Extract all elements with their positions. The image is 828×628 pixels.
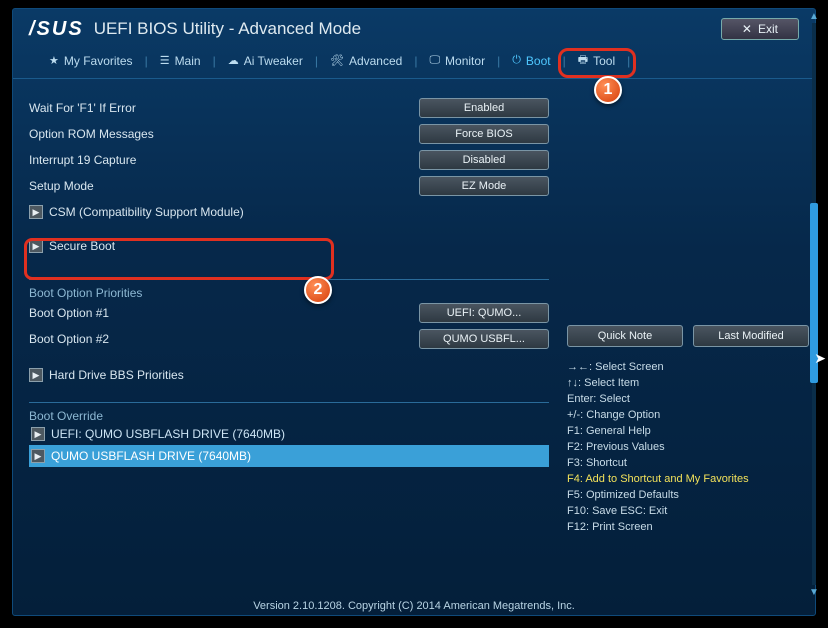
nav-monitor[interactable]: 🖵 Monitor (425, 52, 489, 70)
submenu-csm-label: CSM (Compatibility Support Module) (49, 205, 549, 219)
monitor-icon: 🖵 (429, 54, 440, 67)
settings-panel: Wait For 'F1' If Error Enabled Option RO… (29, 95, 559, 595)
setting-int19-label: Interrupt 19 Capture (29, 153, 419, 167)
chevron-right-icon: ▶ (29, 368, 43, 382)
divider (29, 402, 549, 403)
submenu-secure-boot-label: Secure Boot (49, 239, 549, 253)
help-panel: Quick Note Last Modified →←: Select Scre… (559, 95, 809, 595)
divider (29, 279, 549, 280)
nav-separator: | (497, 54, 500, 68)
setting-setup-mode[interactable]: Setup Mode EZ Mode (29, 173, 549, 199)
list-icon: ☰ (160, 54, 170, 67)
footer-text: Version 2.10.1208. Copyright (C) 2014 Am… (13, 600, 815, 612)
nav-ai-tweaker-label: Ai Tweaker (244, 54, 303, 68)
setting-option-rom[interactable]: Option ROM Messages Force BIOS (29, 121, 549, 147)
exit-label: Exit (758, 22, 778, 36)
scrollbar[interactable]: ▲ ▼ (809, 13, 819, 595)
chevron-right-icon: ▶ (31, 427, 45, 441)
setting-option-rom-label: Option ROM Messages (29, 127, 419, 141)
nav-separator: | (213, 54, 216, 68)
boot-option-1-label: Boot Option #1 (29, 306, 419, 320)
help-line: +/-: Change Option (567, 407, 809, 423)
boot-priorities-title: Boot Option Priorities (29, 286, 549, 300)
nav-ai-tweaker[interactable]: ☁ Ai Tweaker (224, 52, 307, 70)
submenu-hdd-bbs[interactable]: ▶ Hard Drive BBS Priorities (29, 362, 549, 388)
help-line: ↑↓: Select Item (567, 375, 809, 391)
help-line: F3: Shortcut (567, 455, 809, 471)
setting-setup-mode-label: Setup Mode (29, 179, 419, 193)
nav-separator: | (627, 54, 630, 68)
chevron-right-icon: ▶ (29, 239, 43, 253)
submenu-hdd-bbs-label: Hard Drive BBS Priorities (49, 368, 549, 382)
help-line: F5: Optimized Defaults (567, 487, 809, 503)
help-line: F10: Save ESC: Exit (567, 503, 809, 519)
nav-tool-label: Tool (593, 54, 615, 68)
boot-option-2[interactable]: Boot Option #2 QUMO USBFL... (29, 326, 549, 352)
quick-note-button[interactable]: Quick Note (567, 325, 683, 347)
override-item-1[interactable]: ▶ UEFI: QUMO USBFLASH DRIVE (7640MB) (29, 423, 549, 445)
setting-wait-f1-value[interactable]: Enabled (419, 98, 549, 118)
setting-int19-value[interactable]: Disabled (419, 150, 549, 170)
tool-icon: 🖶 (578, 51, 588, 70)
nav-advanced[interactable]: 🛠 Advanced (326, 52, 406, 70)
nav-separator: | (414, 54, 417, 68)
submenu-csm[interactable]: ▶ CSM (Compatibility Support Module) (29, 199, 549, 225)
help-line: F2: Previous Values (567, 439, 809, 455)
help-line: →←: Select Screen (567, 359, 809, 375)
override-item-1-label: UEFI: QUMO USBFLASH DRIVE (7640MB) (51, 427, 285, 441)
help-line: F1: General Help (567, 423, 809, 439)
submenu-secure-boot[interactable]: ▶ Secure Boot (29, 233, 549, 259)
nav-main-label: Main (175, 54, 201, 68)
nav-separator: | (145, 54, 148, 68)
nav-tool[interactable]: 🖶 Tool (574, 49, 619, 72)
boot-override-title: Boot Override (29, 409, 549, 423)
scroll-down-icon[interactable]: ▼ (809, 587, 819, 597)
exit-button[interactable]: ✕ Exit (721, 18, 799, 40)
setting-int19[interactable]: Interrupt 19 Capture Disabled (29, 147, 549, 173)
chevron-right-icon: ▶ (31, 449, 45, 463)
scroll-up-icon[interactable]: ▲ (809, 11, 819, 21)
nav-separator: | (563, 54, 566, 68)
override-item-2-label: QUMO USBFLASH DRIVE (7640MB) (51, 449, 251, 463)
help-line-highlight: F4: Add to Shortcut and My Favorites (567, 471, 809, 487)
nav-advanced-label: Advanced (349, 54, 402, 68)
power-icon: ⏻ (512, 54, 521, 67)
nav-main[interactable]: ☰ Main (156, 52, 205, 70)
help-line: Enter: Select (567, 391, 809, 407)
star-icon: ★ (49, 54, 59, 67)
boot-option-2-value[interactable]: QUMO USBFL... (419, 329, 549, 349)
setting-setup-mode-value[interactable]: EZ Mode (419, 176, 549, 196)
last-modified-button[interactable]: Last Modified (693, 325, 809, 347)
nav-boot[interactable]: ⏻ Boot (508, 52, 554, 70)
setting-wait-f1[interactable]: Wait For 'F1' If Error Enabled (29, 95, 549, 121)
chevron-right-icon: ▶ (29, 205, 43, 219)
boot-option-2-label: Boot Option #2 (29, 332, 419, 346)
cloud-icon: ☁ (228, 54, 239, 67)
boot-option-1[interactable]: Boot Option #1 UEFI: QUMO... (29, 300, 549, 326)
cursor-icon: ➤ (814, 350, 826, 367)
wrench-icon: 🛠 (330, 54, 344, 67)
page-title: UEFI BIOS Utility - Advanced Mode (94, 19, 361, 39)
setting-wait-f1-label: Wait For 'F1' If Error (29, 101, 419, 115)
override-item-2[interactable]: ▶ QUMO USBFLASH DRIVE (7640MB) (29, 445, 549, 467)
nav-separator: | (315, 54, 318, 68)
brand-logo: /SUS (29, 18, 84, 41)
boot-option-1-value[interactable]: UEFI: QUMO... (419, 303, 549, 323)
setting-option-rom-value[interactable]: Force BIOS (419, 124, 549, 144)
help-line: F12: Print Screen (567, 519, 809, 535)
nav-boot-label: Boot (526, 54, 551, 68)
nav-bar: ★ My Favorites | ☰ Main | ☁ Ai Tweaker | 🛠 A… (13, 47, 815, 79)
nav-favorites-label: My Favorites (64, 54, 133, 68)
nav-favorites[interactable]: ★ My Favorites (45, 52, 137, 70)
exit-icon: ✕ (742, 22, 752, 36)
nav-monitor-label: Monitor (445, 54, 485, 68)
